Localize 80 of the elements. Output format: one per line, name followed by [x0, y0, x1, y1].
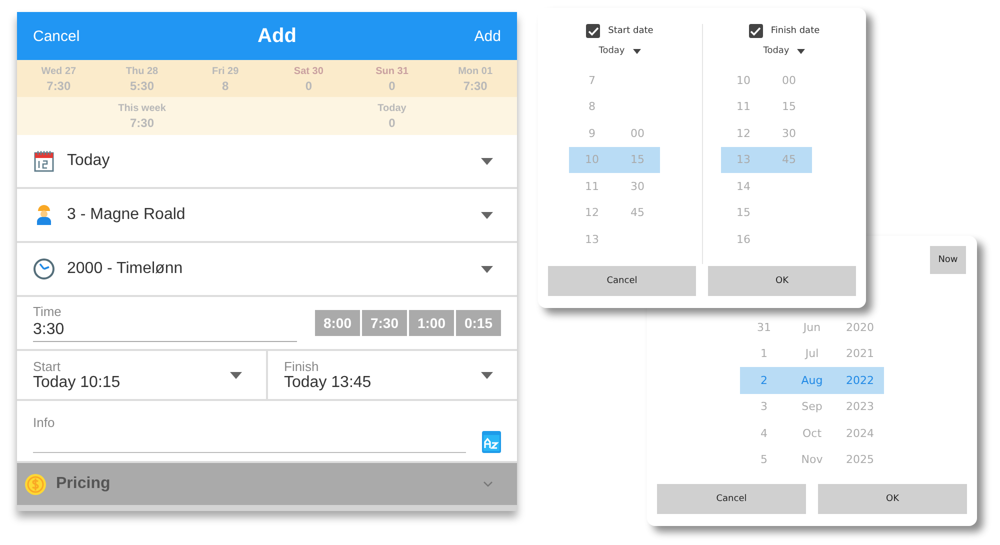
preset-button[interactable]: 1:00	[409, 310, 454, 336]
time-row[interactable]: 11 30	[569, 173, 660, 200]
now-button[interactable]: Now	[930, 246, 966, 274]
field-label: Start	[33, 358, 62, 374]
date-row[interactable]: 4 Oct 2024	[740, 420, 884, 446]
dialog-button[interactable]: Cancel	[548, 266, 696, 296]
summary-label: This week	[118, 103, 166, 114]
field-label: Info	[33, 415, 56, 430]
date-row[interactable]: 5 Nov 2025	[740, 446, 884, 473]
time-field[interactable]: 3:30	[33, 319, 297, 342]
dropdown-caret-icon	[230, 372, 242, 378]
picker-row[interactable]: Today	[17, 135, 517, 189]
summary-value: 7:30	[130, 116, 154, 130]
preset-button[interactable]: 0:15	[456, 310, 501, 336]
datetime-field[interactable]: Today 13:45	[284, 374, 481, 392]
time-row[interactable]: 14	[720, 173, 812, 200]
time-row[interactable]: 9 00	[569, 120, 660, 146]
time-row[interactable]: 16	[720, 226, 812, 252]
checkmark-icon	[750, 26, 762, 36]
dropdown-caret-icon	[481, 158, 493, 164]
day-hours: 7:30	[463, 79, 488, 93]
datetime-field[interactable]: Today 10:15	[33, 374, 230, 392]
preset-button[interactable]: 7:30	[362, 310, 407, 336]
dialog-button[interactable]: OK	[818, 484, 967, 514]
clock-icon	[33, 258, 55, 280]
time-row[interactable]: 8	[569, 94, 660, 120]
time-row[interactable]: 10 00	[720, 67, 812, 94]
day-hours: 7:30	[46, 79, 71, 93]
field-label: Time	[33, 304, 62, 319]
dialog-button[interactable]: OK	[708, 266, 856, 296]
dollar-coin-icon	[25, 474, 46, 494]
cancel-button[interactable]: Cancel	[33, 28, 80, 44]
day-dropdown[interactable]: Today	[763, 46, 806, 56]
dropdown-caret-icon	[481, 372, 493, 378]
day-dropdown[interactable]: Today	[598, 46, 641, 56]
dropdown-caret-icon	[797, 48, 806, 54]
checkmark-icon	[588, 26, 599, 36]
screen-title: Add	[258, 24, 296, 48]
time-row[interactable]: 13 45	[720, 146, 812, 173]
dropdown-caret-icon	[481, 212, 493, 218]
checkbox-label: Finish date	[770, 26, 820, 36]
day-label: Thu 28	[126, 66, 158, 77]
preset-button[interactable]: 8:00	[315, 310, 360, 336]
date-row[interactable]: 2 Aug 2022	[740, 367, 884, 394]
time-row[interactable]: 7	[569, 67, 660, 94]
day-hours: 0	[305, 79, 312, 93]
day-label: Mon 01	[458, 66, 493, 77]
field-label: Finish	[284, 358, 320, 374]
day-label: Sat 30	[294, 66, 324, 77]
checkbox-label: Start date	[608, 26, 654, 36]
pricing-section[interactable]: Pricing	[17, 463, 517, 511]
picker-row[interactable]: 3 - Magne Roald	[17, 189, 517, 243]
time-row[interactable]: 12 45	[569, 200, 660, 226]
calendar-icon	[33, 150, 55, 172]
checkbox[interactable]	[586, 24, 600, 38]
day-label: Sun 31	[376, 66, 408, 77]
day-hours: 5:30	[130, 79, 154, 93]
time-row[interactable]: 12 30	[720, 120, 812, 146]
text-format-icon[interactable]	[482, 431, 501, 453]
chevron-down-icon	[483, 481, 493, 487]
add-button[interactable]: Add	[474, 28, 501, 44]
dialog-button[interactable]: Cancel	[657, 484, 806, 514]
date-row[interactable]: 1 Jul 2021	[740, 340, 884, 367]
section-title: Pricing	[56, 475, 112, 493]
summary-label: Today	[378, 103, 406, 114]
summary-value: 0	[388, 116, 396, 130]
time-row[interactable]: 11 15	[720, 94, 812, 120]
day-hours: 8	[222, 79, 229, 93]
day-hours: 0	[388, 79, 396, 93]
day-label: Wed 27	[41, 66, 76, 77]
time-row[interactable]: 15	[720, 200, 812, 226]
dropdown-caret-icon	[632, 48, 641, 54]
picker-row[interactable]: 2000 - Timelønn	[17, 243, 517, 297]
checkbox[interactable]	[748, 24, 763, 38]
time-row[interactable]: 13	[569, 226, 660, 252]
dropdown-caret-icon	[481, 266, 493, 272]
day-label: Fri 29	[212, 66, 239, 77]
time-row[interactable]: 10 15	[569, 146, 660, 173]
date-row[interactable]: 31 Jun 2020	[740, 314, 884, 340]
date-row[interactable]: 3 Sep 2023	[740, 394, 884, 420]
